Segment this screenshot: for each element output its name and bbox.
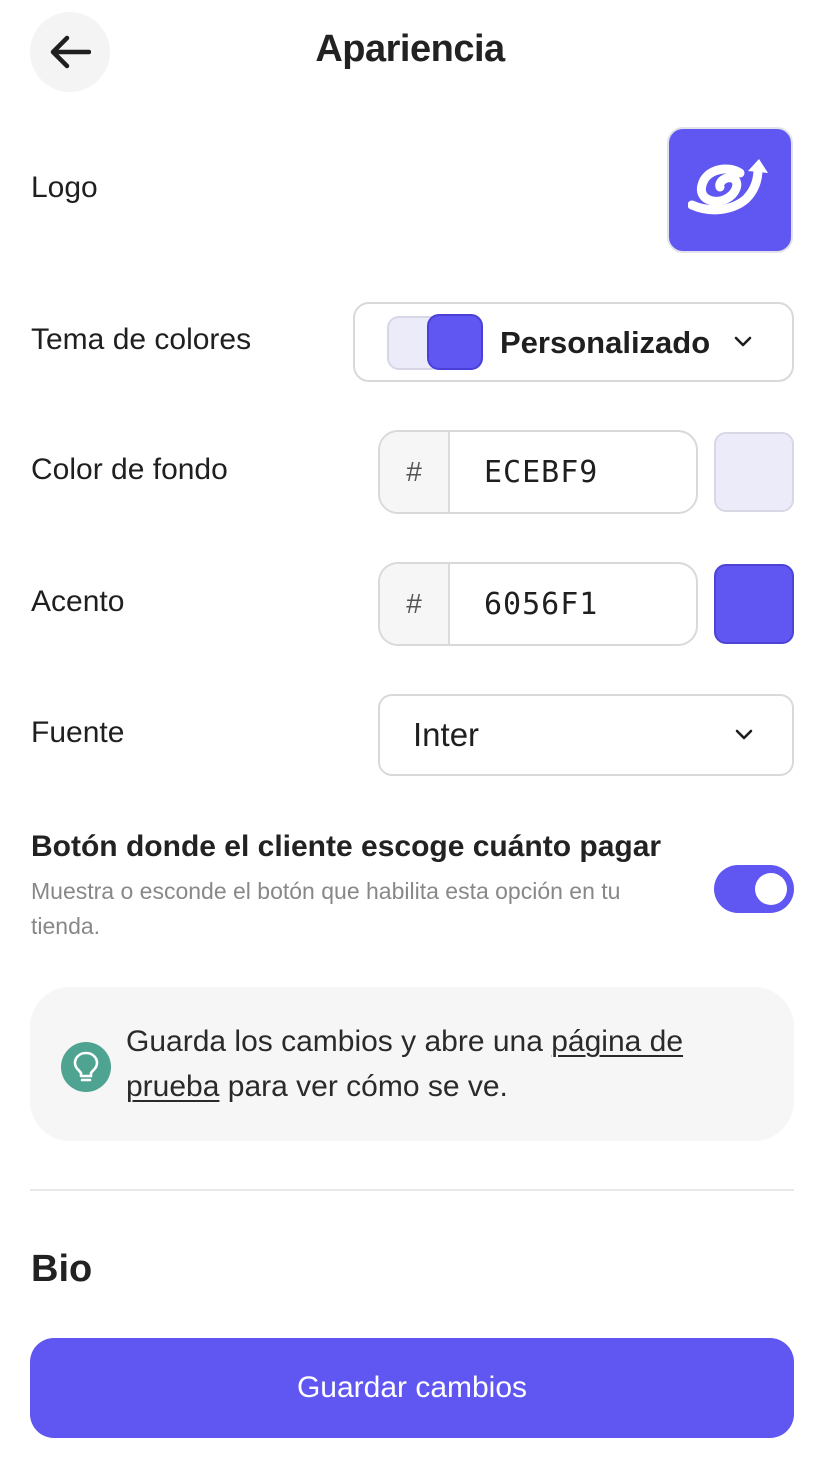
- lightbulb-icon: [61, 1042, 111, 1092]
- save-changes-button[interactable]: Guardar cambios: [30, 1338, 794, 1438]
- page-title: Apariencia: [315, 28, 505, 70]
- background-color-swatch[interactable]: [714, 432, 794, 512]
- background-color-field[interactable]: [452, 432, 696, 512]
- background-color-label: Color de fondo: [31, 453, 228, 486]
- pay-what-you-want-description: Muestra o esconde el botón que habilita …: [31, 878, 621, 939]
- theme-select[interactable]: Personalizado: [353, 302, 794, 382]
- hash-prefix: #: [380, 432, 450, 512]
- header: Apariencia: [0, 0, 820, 104]
- font-select[interactable]: Inter: [378, 694, 794, 776]
- horn-logo-icon: [688, 159, 768, 215]
- chevron-down-icon: [732, 723, 756, 747]
- pay-what-you-want-title: Botón donde el cliente escoge cuánto pag…: [31, 830, 662, 863]
- tip-card: Guarda los cambios y abre una página de …: [30, 987, 794, 1141]
- chevron-down-icon: [731, 330, 755, 354]
- theme-label: Tema de colores: [31, 323, 252, 356]
- font-selected-value: Inter: [413, 716, 480, 753]
- divider: [30, 1189, 794, 1191]
- background-color-input-group: #: [378, 430, 698, 514]
- accent-color-label: Acento: [31, 585, 125, 618]
- theme-selected-value: Personalizado: [500, 325, 711, 360]
- logo-label: Logo: [31, 171, 98, 204]
- pay-what-you-want-toggle[interactable]: [714, 865, 794, 913]
- tip-text-before: Guarda los cambios y abre una: [126, 1025, 552, 1058]
- font-label: Fuente: [31, 716, 125, 749]
- accent-color-swatch[interactable]: [714, 564, 794, 644]
- tip-text-after: para ver cómo se ve.: [219, 1070, 508, 1103]
- accent-color-input-group: #: [378, 562, 698, 646]
- bio-section-title: Bio: [31, 1248, 93, 1290]
- hash-prefix: #: [380, 564, 450, 644]
- accent-color-field[interactable]: [452, 564, 696, 644]
- toggle-knob: [755, 873, 787, 905]
- theme-accent-swatch: [427, 314, 483, 370]
- logo-upload-button[interactable]: [667, 127, 793, 253]
- tip-text: Guarda los cambios y abre una página de …: [126, 1019, 766, 1109]
